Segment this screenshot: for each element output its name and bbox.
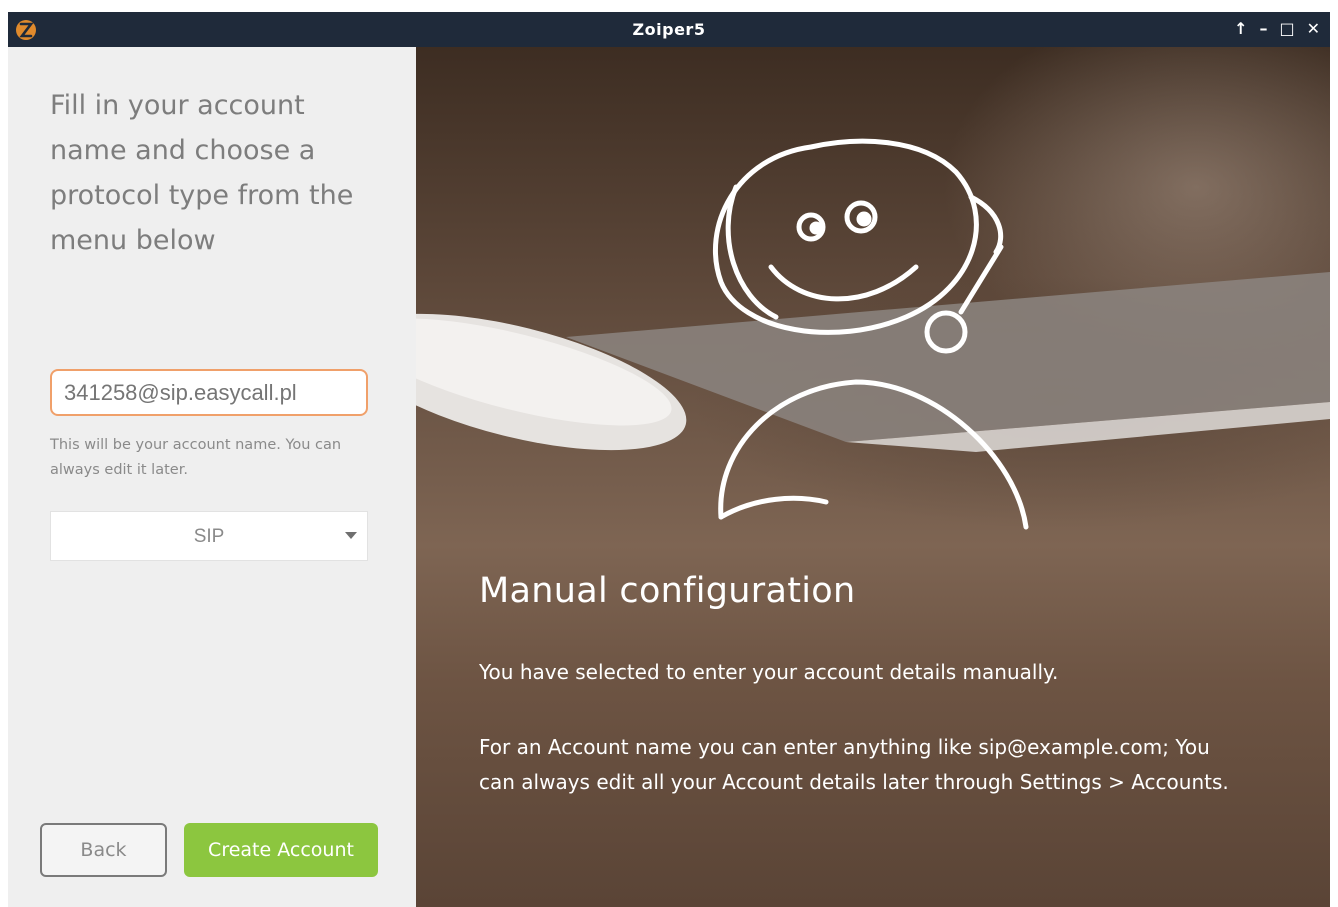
close-icon[interactable]: ✕ <box>1307 18 1320 40</box>
back-button[interactable]: Back <box>40 823 167 877</box>
manual-info-paragraph-2: For an Account name you can enter anythi… <box>479 735 1229 794</box>
window-controls: ↑ – □ ✕ <box>1234 18 1320 40</box>
protocol-selected-value: SIP <box>193 526 225 547</box>
pin-icon[interactable]: ↑ <box>1234 18 1247 40</box>
zoiper-window: Zoiper5 ↑ – □ ✕ Fill in your account nam… <box>8 12 1330 907</box>
manual-info-paragraph-1: You have selected to enter your account … <box>479 660 1059 684</box>
info-panel: Manual configuration You have selected t… <box>416 47 1330 907</box>
caret-down-icon <box>345 532 357 539</box>
account-name-hint: This will be your account name. You can … <box>50 437 342 478</box>
minimize-icon[interactable]: – <box>1259 18 1267 40</box>
manual-configuration-heading: Manual configuration <box>479 571 856 611</box>
maximize-icon[interactable]: □ <box>1279 18 1294 40</box>
account-setup-panel: Fill in your account name and choose a p… <box>8 47 416 907</box>
instructions-text: Fill in your account name and choose a p… <box>50 90 354 256</box>
account-name-input[interactable] <box>50 369 368 416</box>
protocol-dropdown[interactable]: SIP <box>50 511 368 561</box>
window-title: Zoiper5 <box>632 20 706 39</box>
title-bar[interactable]: Zoiper5 ↑ – □ ✕ <box>8 12 1330 47</box>
create-account-button[interactable]: Create Account <box>184 823 378 877</box>
